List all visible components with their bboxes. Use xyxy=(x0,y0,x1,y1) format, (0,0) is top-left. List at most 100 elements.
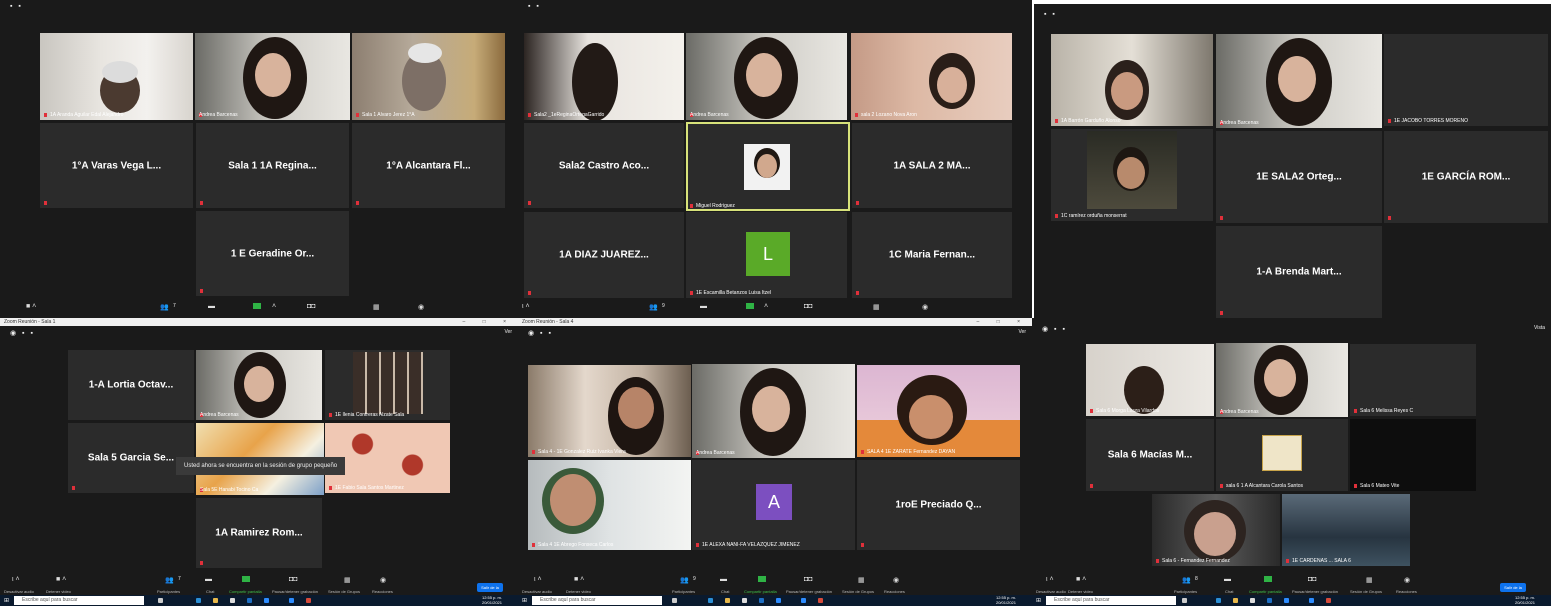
chrome-icon[interactable] xyxy=(306,598,311,603)
record-button[interactable]: Pausar/detener grabación xyxy=(786,589,832,594)
people-icon[interactable]: 👥 xyxy=(165,576,174,584)
avatar-tile[interactable]: A 1E ALEXA NANI-FA VELAZQUEZ JIMENEZ xyxy=(692,460,855,550)
people-icon[interactable]: 👥 xyxy=(160,303,169,311)
participants-button[interactable]: Participantes xyxy=(672,589,695,594)
windows-logo-icon[interactable]: ⊞ xyxy=(1036,597,1041,604)
record-icon[interactable]: ◘◘ xyxy=(289,576,297,583)
record-icon[interactable]: ◘◘ xyxy=(804,576,812,583)
chat-bubble-icon[interactable]: ▬ xyxy=(720,576,727,583)
video-tile[interactable]: Sala 1 Alvaro Jerez 1°A xyxy=(352,33,505,120)
taskbar-search[interactable]: Escribe aquí para buscar xyxy=(1046,596,1176,605)
chat-bubble-icon[interactable]: ▬ xyxy=(1224,576,1231,583)
video-tile[interactable]: Sala 6 Mateo Vite xyxy=(1350,419,1476,491)
microphone-icon[interactable]: ι ˄ xyxy=(1046,576,1054,583)
mute-button[interactable]: Desactivar audio xyxy=(4,589,34,594)
video-tile-active-speaker[interactable]: Andrea Barcenas xyxy=(692,364,855,458)
name-tile[interactable]: 1roE Preciado Q... xyxy=(857,460,1020,550)
smiley-icon[interactable]: ◉ xyxy=(922,303,928,311)
leave-room-button[interactable]: Salir de la sala xyxy=(477,583,503,599)
breakout-rooms-button[interactable]: Sesión de Grupos xyxy=(842,589,874,594)
video-camera-icon[interactable]: ■ ˄ xyxy=(574,576,584,583)
task-view-icon[interactable] xyxy=(158,598,163,603)
video-tile-active-speaker[interactable]: Andrea Barcenas xyxy=(1216,343,1348,417)
grid-icon[interactable]: ▦ xyxy=(1366,576,1373,584)
grid-icon[interactable]: ▦ xyxy=(873,303,880,311)
participants-button[interactable]: Participantes xyxy=(1174,589,1197,594)
name-tile[interactable]: 1-A Brenda Mart... xyxy=(1216,226,1382,318)
store-icon[interactable] xyxy=(230,598,235,603)
microphone-icon[interactable]: ι ˄ xyxy=(522,303,530,310)
video-tile[interactable]: Sala 6 Morga Laura Vilardos xyxy=(1086,344,1214,416)
taskbar-search[interactable]: Escribe aquí para buscar xyxy=(14,596,144,605)
view-controls-icon[interactable]: ▪ ▪ xyxy=(1044,11,1057,18)
chrome-icon[interactable] xyxy=(818,598,823,603)
zoom-icon[interactable] xyxy=(1284,598,1289,603)
name-tile[interactable]: 1A SALA 2 MA... xyxy=(852,123,1012,208)
zoom-icon[interactable] xyxy=(289,598,294,603)
name-tile[interactable]: Sala 1 1A Regina... xyxy=(196,123,349,208)
chat-button[interactable]: Chat xyxy=(1225,589,1233,594)
chat-button[interactable]: Chat xyxy=(206,589,214,594)
video-tile[interactable]: Andrea Barcenas xyxy=(196,350,322,420)
chevron-up-icon[interactable]: ˄ xyxy=(272,303,276,310)
edge-icon[interactable] xyxy=(708,598,713,603)
windows-logo-icon[interactable]: ⊞ xyxy=(4,597,9,604)
video-tile[interactable]: Sala 4 1E Abrego Fonseca Carlos xyxy=(528,460,691,550)
smiley-icon[interactable]: ◉ xyxy=(893,576,899,584)
video-tile-active-speaker[interactable]: Miguel Rodriguez xyxy=(686,122,850,211)
window-controls-icon[interactable]: – □ × xyxy=(977,318,1029,326)
grid-icon[interactable]: ▦ xyxy=(373,303,380,311)
microphone-icon[interactable]: ■ ˄ xyxy=(26,303,36,310)
window-controls-icon[interactable]: – □ × xyxy=(463,318,515,326)
name-tile[interactable]: Sala 6 Macías M... xyxy=(1086,419,1214,491)
record-icon[interactable]: ◘◘ xyxy=(1308,576,1316,583)
reactions-button[interactable]: Reacciones xyxy=(372,589,393,594)
folder-icon[interactable] xyxy=(1233,598,1238,603)
breakout-rooms-button[interactable]: Sesión de Grupos xyxy=(1350,589,1382,594)
microphone-icon[interactable]: ι ˄ xyxy=(534,576,542,583)
chat-button[interactable]: Chat xyxy=(721,589,729,594)
view-button[interactable]: Vista xyxy=(1534,325,1545,331)
share-screen-button[interactable]: Compartir pantalla xyxy=(1249,589,1282,594)
edge-icon[interactable] xyxy=(1216,598,1221,603)
video-tile[interactable]: sala 2 Lozano Nova Aron xyxy=(851,33,1012,120)
name-tile[interactable]: 1°A Alcantara Fl... xyxy=(352,123,505,208)
grid-icon[interactable]: ▦ xyxy=(344,576,351,584)
share-screen-icon[interactable] xyxy=(746,303,754,309)
chat-bubble-icon[interactable]: ▬ xyxy=(700,303,707,310)
video-tile[interactable]: SALA 4 1E ZARATE Fernandez DAYAN xyxy=(857,365,1020,457)
avatar-tile[interactable]: L 1E Escamilla Betanzos Luisa Itzel xyxy=(686,212,847,298)
mail-icon[interactable] xyxy=(1267,598,1272,603)
breakout-rooms-button[interactable]: Sesión de Grupos xyxy=(328,589,360,594)
view-controls-icon[interactable]: ◉ ▪ ▪ xyxy=(1042,325,1067,333)
video-tile[interactable]: Andrea Barcenas xyxy=(686,33,847,120)
people-icon[interactable]: 👥 xyxy=(680,576,689,584)
chrome-icon[interactable] xyxy=(1326,598,1331,603)
video-tile[interactable]: Sala 6 Melissa Reyes C xyxy=(1350,344,1476,416)
view-controls-icon[interactable]: ▪ ▪ xyxy=(10,3,23,10)
name-tile[interactable]: Sala2 Castro Aco... xyxy=(524,123,684,208)
people-icon[interactable]: 👥 xyxy=(1182,576,1191,584)
video-tile[interactable]: 1E Ilenia Contreras Alzate Sala xyxy=(325,350,450,420)
name-tile[interactable]: 1E GARCÍA ROM... xyxy=(1384,131,1548,223)
view-controls-icon[interactable]: ▪ ▪ xyxy=(528,3,541,10)
view-button[interactable]: Ver xyxy=(1018,329,1026,335)
video-tile[interactable]: Sala 6 - Fernandez Fernandez xyxy=(1152,494,1280,566)
share-screen-icon[interactable] xyxy=(758,576,766,582)
name-tile[interactable]: 1C Maria Fernan... xyxy=(852,212,1012,298)
name-tile[interactable]: 1-A Lortia Octav... xyxy=(68,350,194,420)
chat-bubble-icon[interactable]: ▬ xyxy=(208,303,215,310)
name-tile[interactable]: 1A DIAZ JUAREZ... xyxy=(524,212,684,298)
name-tile[interactable]: 1°A Varas Vega L... xyxy=(40,123,193,208)
stop-video-button[interactable]: Detener video xyxy=(1068,589,1093,594)
video-tile[interactable]: sala 6 1 A Alcantara Carola Santos xyxy=(1216,419,1348,491)
record-icon[interactable]: ◘◘ xyxy=(804,303,812,310)
store-icon[interactable] xyxy=(742,598,747,603)
mute-button[interactable]: Desactivar audio xyxy=(522,589,552,594)
zoom-icon[interactable] xyxy=(801,598,806,603)
video-tile[interactable]: 1E CARDENAS ... SALA 6 xyxy=(1282,494,1410,566)
zoom-icon[interactable] xyxy=(264,598,269,603)
video-tile[interactable]: Sala2 _1eReginaOrtegaGarrido xyxy=(524,33,684,120)
share-screen-button[interactable]: Compartir pantalla xyxy=(229,589,262,594)
zoom-icon[interactable] xyxy=(1309,598,1314,603)
